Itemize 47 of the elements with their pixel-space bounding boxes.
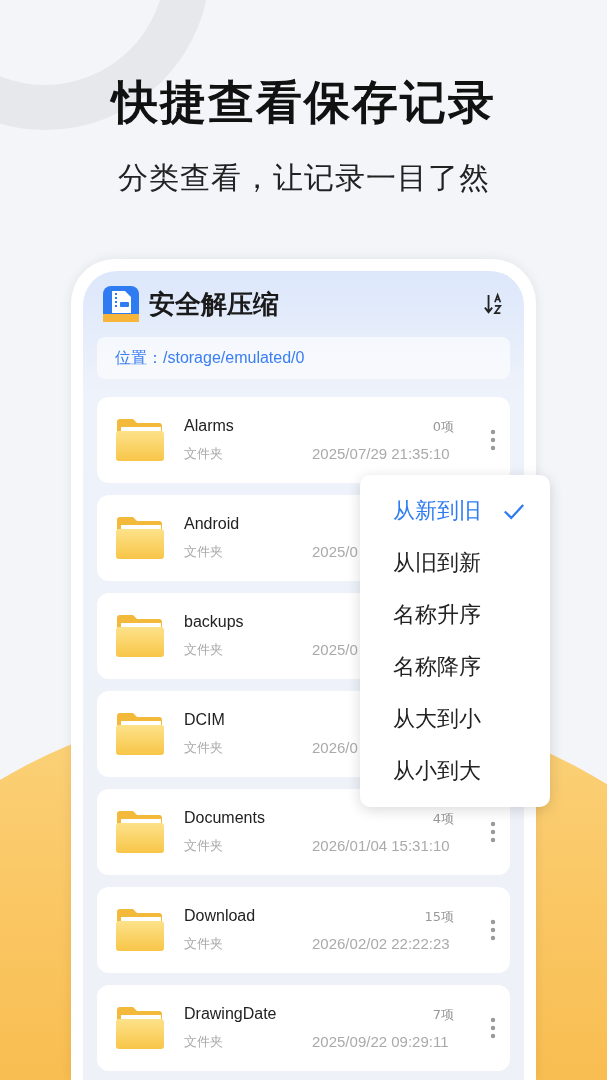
folder-type: 文件夹 bbox=[184, 739, 224, 757]
location-text: 位置：/storage/emulated/0 bbox=[115, 347, 305, 368]
folder-icon bbox=[115, 516, 165, 560]
modified-date: 2025/0 bbox=[312, 543, 359, 560]
folder-row[interactable]: Documents 文件夹 4项 2026/01/04 15:31:10 bbox=[97, 789, 510, 875]
modified-date: 2025/0 bbox=[312, 641, 359, 658]
folder-row[interactable]: Download 文件夹 15项 2026/02/02 22:22:23 bbox=[97, 887, 510, 973]
subheadline: 分类查看，让记录一目了然 bbox=[117, 159, 490, 197]
folder-name: Alarms bbox=[184, 417, 235, 435]
folder-icon bbox=[115, 1006, 165, 1050]
folder-row[interactable]: DrawingDate 文件夹 7项 2025/09/22 09:29:11 bbox=[97, 985, 510, 1071]
app-title: 安全解压缩 bbox=[149, 287, 279, 321]
folder-row[interactable]: Alarms 文件夹 0项 2025/07/29 21:35:10 bbox=[97, 397, 510, 483]
folder-name: Android bbox=[184, 515, 241, 533]
folder-type: 文件夹 bbox=[184, 543, 224, 561]
folder-icon bbox=[115, 614, 165, 658]
more-icon[interactable] bbox=[490, 919, 496, 941]
folder-name: DCIM bbox=[184, 711, 226, 729]
folder-type: 文件夹 bbox=[184, 1033, 224, 1051]
modified-date: 2026/01/04 15:31:10 bbox=[312, 837, 451, 854]
folder-type: 文件夹 bbox=[184, 641, 224, 659]
more-icon[interactable] bbox=[490, 821, 496, 843]
sort-icon[interactable] bbox=[484, 292, 504, 316]
folder-icon bbox=[115, 908, 165, 952]
folder-name: Documents bbox=[184, 809, 266, 827]
modified-date: 2025/09/22 09:29:11 bbox=[312, 1033, 450, 1050]
folder-name: DrawingDate bbox=[184, 1005, 278, 1023]
item-count: 4项 bbox=[431, 810, 454, 827]
modified-date: 2026/02/02 22:22:23 bbox=[312, 935, 451, 952]
item-count: 0项 bbox=[431, 418, 454, 435]
more-icon[interactable] bbox=[490, 429, 496, 451]
folder-type: 文件夹 bbox=[184, 837, 224, 855]
modified-date: 2026/0 bbox=[312, 739, 359, 756]
folder-icon bbox=[115, 712, 165, 756]
folder-name: backups bbox=[184, 613, 245, 631]
item-count: 15项 bbox=[423, 908, 454, 925]
folder-icon bbox=[115, 810, 165, 854]
folder-icon bbox=[115, 418, 165, 462]
check-icon bbox=[503, 502, 525, 520]
folder-name: Download bbox=[184, 907, 257, 925]
folder-type: 文件夹 bbox=[184, 935, 224, 953]
app-icon bbox=[103, 286, 139, 322]
more-icon[interactable] bbox=[490, 1017, 496, 1039]
headline: 快捷查看保存记录 bbox=[111, 74, 496, 131]
item-count: 7项 bbox=[431, 1006, 454, 1023]
folder-type: 文件夹 bbox=[184, 445, 224, 463]
modified-date: 2025/07/29 21:35:10 bbox=[312, 445, 451, 462]
